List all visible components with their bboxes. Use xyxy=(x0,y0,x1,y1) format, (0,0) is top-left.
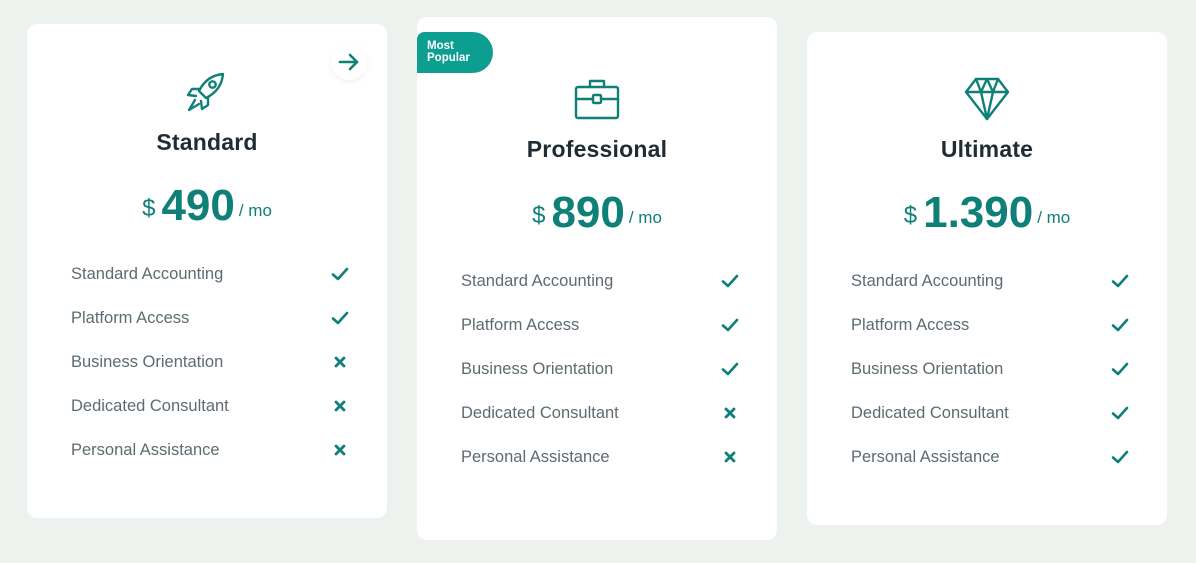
price-period: / mo xyxy=(628,208,662,227)
cross-icon xyxy=(719,402,741,424)
plan-name: Professional xyxy=(526,136,668,162)
cross-icon xyxy=(329,439,351,461)
feature-list: Standard Accounting Platform Access Busi… xyxy=(71,252,351,472)
feature-row: Personal Assistance xyxy=(71,428,351,472)
feature-label: Platform Access xyxy=(461,315,580,334)
plan-name: Standard xyxy=(156,129,258,155)
feature-label: Dedicated Consultant xyxy=(461,403,619,422)
arrow-right-button[interactable] xyxy=(331,44,367,80)
price-currency: $ xyxy=(903,202,918,229)
feature-row: Standard Accounting xyxy=(71,252,351,296)
pricing-card-standard: Standard $490/ mo Standard Accounting Pl… xyxy=(27,24,387,518)
cross-icon xyxy=(329,351,351,373)
feature-label: Standard Accounting xyxy=(71,264,224,283)
feature-row: Platform Access xyxy=(461,303,741,347)
price-period: / mo xyxy=(1037,208,1071,227)
feature-label: Dedicated Consultant xyxy=(851,403,1009,422)
feature-row: Business Orientation xyxy=(71,340,351,384)
feature-label: Business Orientation xyxy=(461,359,614,378)
cross-icon xyxy=(719,446,741,468)
briefcase-icon xyxy=(573,75,621,123)
check-icon xyxy=(719,270,741,292)
feature-row: Business Orientation xyxy=(851,347,1131,391)
price-amount: 1.390 xyxy=(923,188,1034,237)
price-amount: 890 xyxy=(551,188,625,237)
plan-price: $1.390/ mo xyxy=(807,188,1167,238)
feature-label: Business Orientation xyxy=(71,352,224,371)
feature-label: Personal Assistance xyxy=(851,447,1000,466)
feature-label: Personal Assistance xyxy=(461,447,610,466)
plan-price: $490/ mo xyxy=(27,181,387,231)
feature-row: Personal Assistance xyxy=(461,435,741,479)
feature-row: Business Orientation xyxy=(461,347,741,391)
check-icon xyxy=(329,307,351,329)
rocket-icon xyxy=(183,68,231,116)
feature-label: Standard Accounting xyxy=(461,271,614,290)
check-icon xyxy=(1109,402,1131,424)
feature-row: Standard Accounting xyxy=(851,259,1131,303)
plan-name: Ultimate xyxy=(940,136,1034,162)
feature-list: Standard Accounting Platform Access Busi… xyxy=(461,259,741,479)
check-icon xyxy=(1109,270,1131,292)
check-icon xyxy=(1109,314,1131,336)
pricing-card-ultimate: Ultimate $1.390/ mo Standard Accounting … xyxy=(807,32,1167,525)
feature-row: Personal Assistance xyxy=(851,435,1131,479)
feature-row: Dedicated Consultant xyxy=(461,391,741,435)
feature-row: Dedicated Consultant xyxy=(71,384,351,428)
price-period: / mo xyxy=(238,201,272,220)
feature-label: Personal Assistance xyxy=(71,440,220,459)
pricing-card-professional: Most Popular Professional $890/ mo Stand… xyxy=(417,17,777,540)
diamond-icon xyxy=(963,75,1011,123)
check-icon xyxy=(1109,358,1131,380)
feature-row: Dedicated Consultant xyxy=(851,391,1131,435)
price-currency: $ xyxy=(532,202,546,229)
arrow-right-icon xyxy=(338,53,359,71)
plan-price: $890/ mo xyxy=(417,188,777,238)
check-icon xyxy=(1109,446,1131,468)
feature-list: Standard Accounting Platform Access Busi… xyxy=(851,259,1131,479)
feature-label: Standard Accounting xyxy=(851,271,1004,290)
feature-row: Standard Accounting xyxy=(461,259,741,303)
check-icon xyxy=(719,314,741,336)
badge-line-1: Most xyxy=(427,40,454,52)
most-popular-badge: Most Popular xyxy=(417,32,493,73)
price-amount: 490 xyxy=(161,181,235,230)
feature-label: Platform Access xyxy=(851,315,970,334)
feature-row: Platform Access xyxy=(851,303,1131,347)
check-icon xyxy=(329,263,351,285)
feature-label: Business Orientation xyxy=(851,359,1004,378)
check-icon xyxy=(719,358,741,380)
badge-line-2: Popular xyxy=(427,52,470,64)
cross-icon xyxy=(329,395,351,417)
feature-label: Dedicated Consultant xyxy=(71,396,229,415)
feature-row: Platform Access xyxy=(71,296,351,340)
feature-label: Platform Access xyxy=(71,308,190,327)
price-currency: $ xyxy=(142,195,156,222)
